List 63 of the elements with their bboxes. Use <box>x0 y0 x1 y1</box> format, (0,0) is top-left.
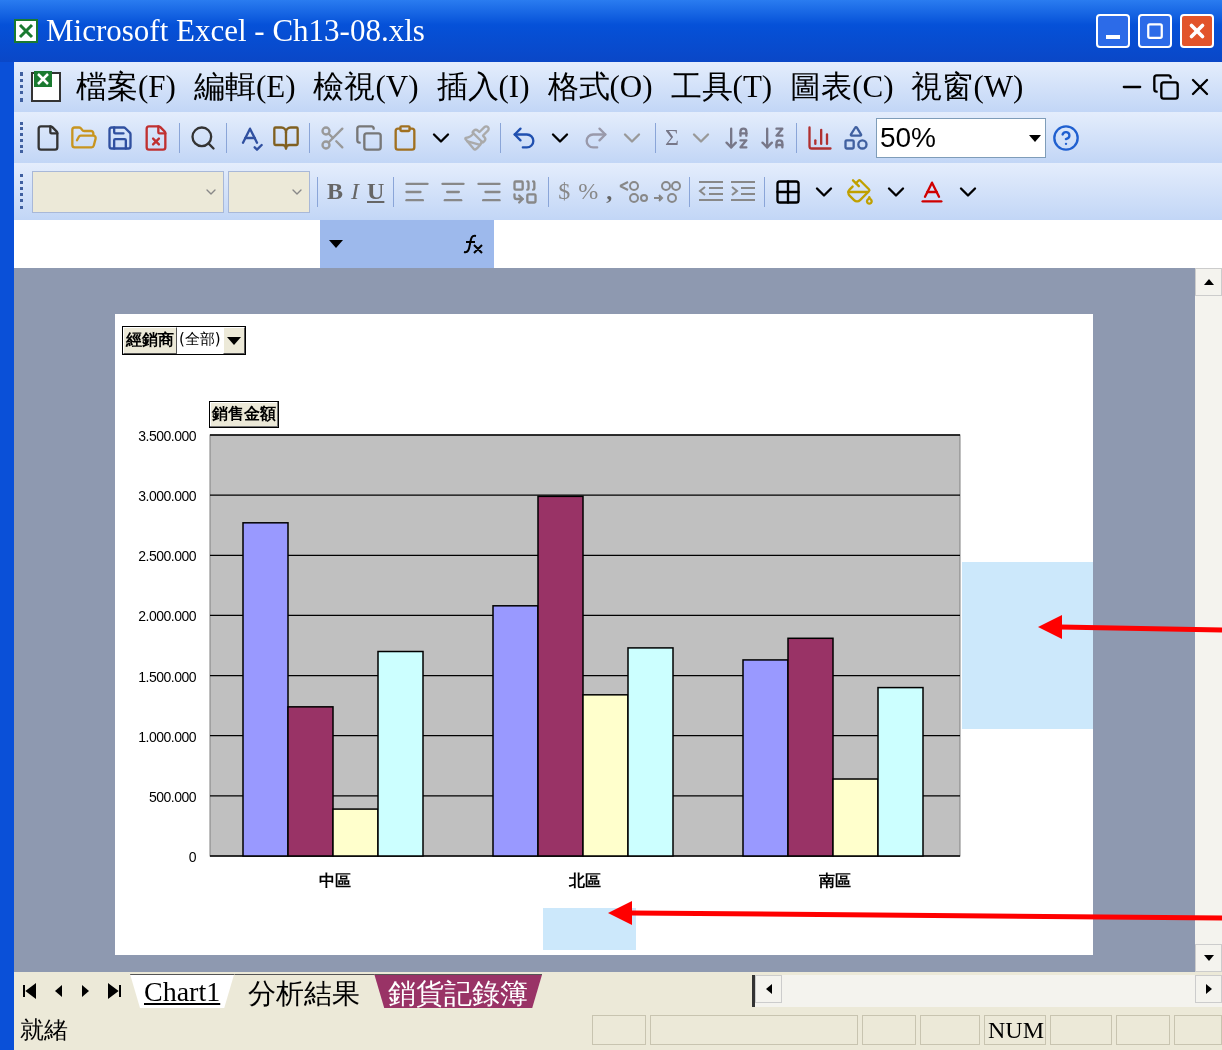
status-panel <box>592 1015 646 1045</box>
vertical-scrollbar[interactable] <box>1195 268 1222 972</box>
minimize-button[interactable] <box>1096 14 1130 48</box>
status-panel <box>920 1015 980 1045</box>
y-axis-label: 0 <box>188 849 196 865</box>
y-axis-label: 500.000 <box>148 788 196 805</box>
underline-button[interactable]: U <box>365 176 387 207</box>
function-icon[interactable] <box>462 233 484 255</box>
window-title: Microsoft Excel - Ch13-08.xls <box>46 13 426 49</box>
scroll-down-button[interactable] <box>1195 944 1222 972</box>
left-arrow-icon <box>764 983 773 995</box>
scroll-right-button[interactable] <box>1195 975 1222 1003</box>
y-axis-label: 2.500.000 <box>138 548 196 565</box>
italic-button[interactable]: I <box>349 176 361 207</box>
y-axis-label: 1.500.000 <box>138 668 196 685</box>
data-field-button[interactable]: 銷售金額 <box>209 401 279 428</box>
menu-item[interactable]: 視窗(W) <box>903 66 1032 108</box>
close-button[interactable] <box>1180 14 1214 48</box>
comma-button[interactable]: , <box>604 176 615 207</box>
scroll-up-button[interactable] <box>1195 268 1222 296</box>
bold-button[interactable]: B <box>325 176 345 207</box>
menu-item[interactable]: 工具(T) <box>662 66 781 108</box>
minimize-icon <box>1106 35 1120 39</box>
y-axis-label: 1.000.000 <box>138 728 196 745</box>
menu-item[interactable]: 圖表(C) <box>782 66 902 108</box>
horizontal-scrollbar[interactable] <box>752 975 1222 1007</box>
menu-item[interactable]: 格式(O) <box>539 66 661 108</box>
status-panel <box>1116 1015 1170 1045</box>
status-text: 就緒 <box>20 1015 69 1046</box>
last-sheet-icon[interactable] <box>108 983 122 999</box>
menu-item[interactable]: 檔案(F) <box>68 66 184 108</box>
y-axis-label: 3.000.000 <box>138 488 196 505</box>
menu-item[interactable]: 編輯(E) <box>185 66 304 108</box>
down-arrow-icon <box>1202 954 1215 962</box>
category-label: 南區 <box>819 871 851 890</box>
maximize-icon <box>1146 22 1164 40</box>
up-arrow-icon <box>1202 278 1215 286</box>
scroll-left-button[interactable] <box>755 975 782 1003</box>
first-sheet-icon[interactable] <box>22 983 36 999</box>
status-panel <box>862 1015 916 1045</box>
status-panel <box>1050 1015 1112 1045</box>
category-label: 中區 <box>319 871 351 890</box>
restore-icon[interactable] <box>1150 71 1182 103</box>
menu-item[interactable]: 檢視(V) <box>305 66 427 108</box>
font-name-field[interactable] <box>32 170 224 213</box>
sheet-tab[interactable]: 分析結果 <box>234 974 375 1008</box>
sheet-tab[interactable]: Chart1 <box>130 974 235 1008</box>
dropdown-button[interactable] <box>222 327 245 354</box>
category-label: 北區 <box>569 871 601 890</box>
status-indicator: NUM <box>984 1015 1046 1045</box>
maximize-button[interactable] <box>1138 14 1172 48</box>
menu-item[interactable]: 插入(I) <box>428 66 538 108</box>
status-panel <box>1174 1015 1222 1045</box>
font-size-field[interactable] <box>228 170 310 213</box>
y-axis-label: 2.000.000 <box>138 608 196 625</box>
dropdown-icon[interactable] <box>328 239 344 249</box>
sheet-tab[interactable]: 銷貨記錄簿 <box>374 974 543 1008</box>
page-field-button[interactable]: 經銷商 <box>123 327 177 354</box>
zoom-field[interactable]: 50% <box>875 117 1046 158</box>
dropdown-icon <box>225 336 242 346</box>
y-axis-label: 3.500.000 <box>138 428 196 444</box>
right-arrow-icon <box>1204 983 1213 995</box>
spreadsheet-icon <box>14 19 38 43</box>
